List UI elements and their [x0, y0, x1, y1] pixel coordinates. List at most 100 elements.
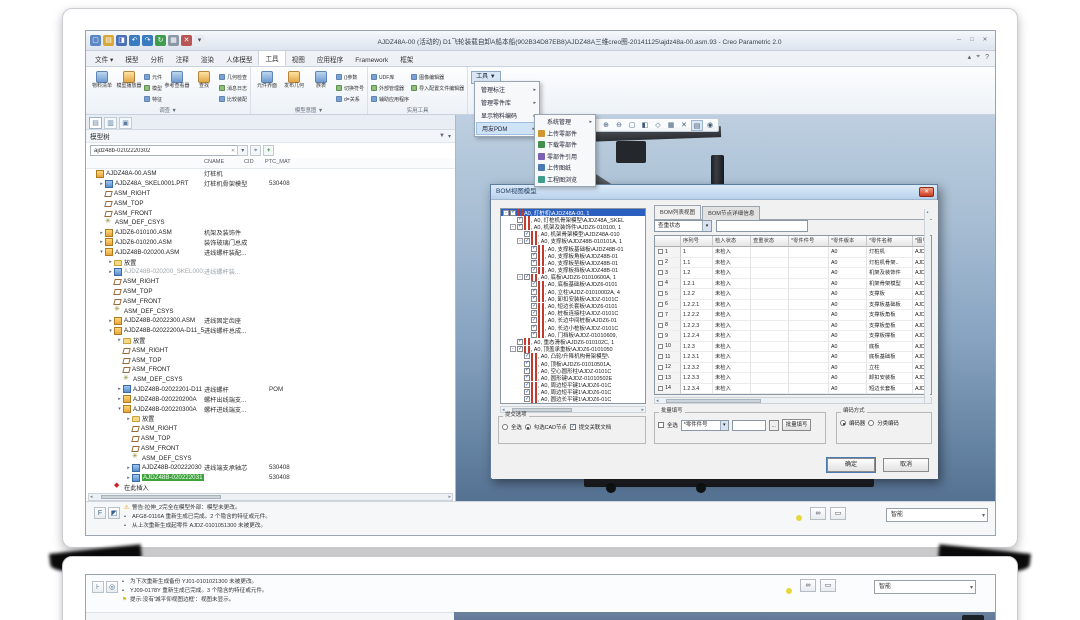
expander-icon[interactable]: ▾ — [116, 406, 123, 412]
row-checkbox[interactable] — [658, 333, 663, 338]
find-in-tree-icon[interactable]: ⌖ — [250, 145, 261, 156]
radio-select-all[interactable] — [502, 424, 508, 430]
batch-fill-button[interactable]: 批量填写 — [782, 419, 812, 431]
tree-row[interactable]: ASM_DEF_CSYS — [86, 218, 455, 228]
tree-row[interactable]: ▸ AJDZ48B-020222031 530408 — [86, 473, 455, 483]
ribbon-button[interactable]: 元件 — [144, 72, 162, 82]
tree-row[interactable]: ASM_DEF_CSYS — [86, 306, 455, 316]
expander-icon[interactable]: - — [517, 238, 523, 244]
datum-display-icon[interactable]: ✕ — [678, 120, 690, 131]
annotations-icon[interactable]: ▤ — [691, 120, 703, 131]
tree-row[interactable]: ASM_FRONT — [86, 365, 455, 375]
checkbox-icon[interactable] — [531, 332, 537, 338]
submenu-item[interactable]: 下载零部件 — [536, 139, 594, 151]
row-checkbox[interactable] — [658, 260, 663, 265]
ribbon-tab[interactable]: 人体模型 — [220, 52, 258, 66]
select-box-button[interactable]: ▭ — [830, 507, 846, 520]
menu-item[interactable]: 用友PDM ▸ — [476, 122, 538, 135]
checkbox-select-all[interactable] — [658, 422, 664, 428]
submenu-item[interactable]: 系统管理 ▸ — [536, 116, 594, 128]
expander-icon[interactable]: ▸ — [125, 475, 132, 481]
checkbox-icon[interactable] — [517, 224, 523, 230]
column-header[interactable]: *零件名称 — [867, 236, 913, 247]
ribbon-button[interactable]: 模型播放器 — [116, 69, 142, 90]
ribbon-button[interactable]: 图像编辑器 — [411, 72, 464, 82]
ribbon-button[interactable]: 切换符号 — [336, 83, 364, 93]
tree-row[interactable]: ▾ AJDZ48B-020200.ASM 进线螺杆装配... — [86, 247, 455, 257]
tree-horizontal-scrollbar[interactable]: ◂▸ — [88, 493, 453, 501]
tree-row[interactable]: ▾ AJDZ48B-02022200A-D11_5 进线螺杆总成... — [86, 326, 455, 336]
bom-tree-vertical-scrollbar[interactable]: ▴ — [924, 209, 930, 403]
expander-icon[interactable]: ▸ — [125, 416, 132, 422]
checkbox-icon[interactable] — [524, 361, 530, 367]
ribbon-button[interactable]: 消息日志 — [219, 83, 247, 93]
tree-row[interactable]: 在此插入 — [86, 483, 455, 493]
row-checkbox[interactable] — [658, 365, 663, 370]
ribbon-button[interactable]: 辅助应用程序 — [371, 94, 409, 104]
collapse-ribbon-icon[interactable]: ▴ — [968, 53, 972, 61]
tree-row[interactable]: ASM_TOP — [86, 198, 455, 208]
menu-item[interactable]: 管理标注 ▸ — [476, 83, 538, 96]
new-file-icon[interactable]: ▢ — [90, 35, 101, 46]
batch-value-input[interactable] — [732, 420, 766, 431]
column-header[interactable]: 检入状态 — [713, 236, 751, 247]
tree-row[interactable]: ▸ 放置 — [86, 257, 455, 267]
tree-row[interactable]: ▸ AJDZ48B-020200_SKEL0001 进线螺杆装... — [86, 267, 455, 277]
tree-row[interactable]: ▸ AJDZ48B-020220200A 螺杆出线端支... — [86, 394, 455, 404]
close-window-icon[interactable]: ✕ — [181, 35, 192, 46]
checkbox-icon[interactable] — [531, 317, 537, 323]
saved-orientations-icon[interactable]: ◇ — [652, 120, 664, 131]
expander-icon[interactable]: ▸ — [107, 269, 114, 275]
ribbon-button[interactable]: 外部管理器 — [371, 83, 409, 93]
checkbox-icon[interactable] — [524, 368, 530, 374]
tree-row[interactable]: ASM_TOP — [86, 434, 455, 444]
checkbox-icon[interactable] — [510, 210, 516, 216]
expander-icon[interactable]: ▸ — [107, 318, 114, 324]
copy-button[interactable]: ▭ — [820, 579, 836, 592]
checkbox-icon[interactable] — [531, 310, 537, 316]
立柱[interactable]: 12 1.2.3.2 未检入 A0 立柱 AJDZ- — [655, 363, 931, 374]
checkbox-icon[interactable] — [531, 281, 537, 287]
radio-coder[interactable] — [840, 420, 846, 426]
column-header[interactable]: 查重状态 — [751, 236, 789, 247]
find-button[interactable]: ∞ — [800, 579, 816, 592]
dialog-tab[interactable]: BOM节点详细信息 — [702, 206, 760, 220]
tree-row[interactable]: ASM_FRONT — [86, 208, 455, 218]
tree-filter-icon[interactable]: ▼ — [439, 133, 445, 140]
search-history-icon[interactable]: ▾ — [237, 145, 248, 156]
row-checkbox[interactable] — [658, 344, 663, 349]
tree-row[interactable]: ASM_FRONT — [86, 296, 455, 306]
radio-checked-cad-nodes[interactable] — [525, 424, 531, 430]
find-button[interactable]: ∞ — [810, 507, 826, 520]
ribbon-tab[interactable]: 模型 — [119, 52, 144, 66]
row-checkbox[interactable] — [658, 249, 663, 254]
ribbon-button[interactable]: 几何检查 — [219, 72, 247, 82]
spin-center-icon[interactable]: ◉ — [704, 120, 716, 131]
ribbon-button[interactable]: 查找 — [191, 69, 217, 90]
expander-icon[interactable]: - — [517, 274, 523, 280]
expander-icon[interactable]: - — [503, 210, 509, 216]
tree-row[interactable]: ▸ AJDZ48B-02022300.ASM 进线固定齿座 — [86, 316, 455, 326]
tree-row[interactable]: ▸ 放置 — [86, 414, 455, 424]
checkbox-icon[interactable] — [531, 289, 537, 295]
tree-icon[interactable]: ⊦ — [92, 581, 104, 593]
机架及装饰件[interactable]: 3 1.2 未检入 A0 机架及装饰件 AJDZ6 — [655, 268, 931, 279]
支撑板角板[interactable]: 7 1.2.2.2 未检入 A0 支撑板角板 AJDZ4 — [655, 310, 931, 321]
customize-icon[interactable]: ▾ — [194, 35, 205, 46]
row-checkbox[interactable] — [658, 302, 663, 307]
clear-search-icon[interactable]: ✕ — [231, 148, 235, 154]
ok-button[interactable]: 确定 — [827, 458, 875, 472]
selection-filter-combobox[interactable]: 智能 — [886, 508, 988, 522]
cancel-button[interactable]: 取消 — [883, 458, 929, 472]
dialog-tab[interactable]: BOM列表视图 — [654, 205, 701, 219]
column-header[interactable]: *零件版本 — [829, 236, 867, 247]
row-checkbox[interactable] — [658, 323, 663, 328]
row-checkbox[interactable] — [658, 375, 663, 380]
model-tree-tab-icon[interactable]: ▤ — [89, 117, 102, 129]
checkbox-icon[interactable] — [524, 274, 530, 280]
expander-icon[interactable]: ▾ — [98, 249, 105, 255]
tree-row[interactable]: ▾ AJDZ48B-020220300A 螺杆进线端支... — [86, 404, 455, 414]
tree-row[interactable]: ASM_TOP — [86, 287, 455, 297]
duplicate-status-select[interactable]: 查重状态 — [654, 220, 712, 232]
checkbox-submit-linked-docs[interactable] — [570, 424, 576, 430]
